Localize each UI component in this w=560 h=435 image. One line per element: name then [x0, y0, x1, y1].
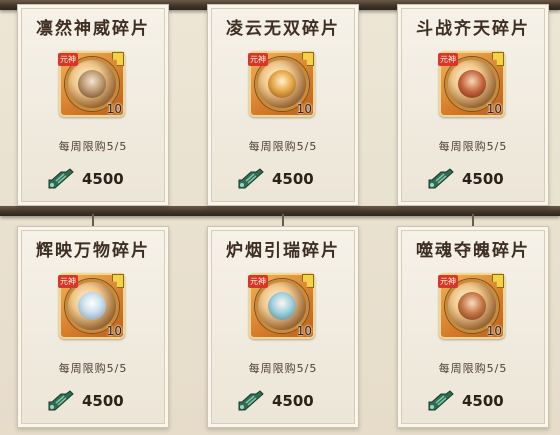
shop-card[interactable]: 噬魂夺魄碎片 元神 10 每周限购5/5 4500: [397, 226, 549, 428]
shop-card[interactable]: 凛然神威碎片 元神 10 每周限购5/5 4500: [17, 4, 169, 206]
card-title: 炉烟引瑞碎片: [226, 241, 340, 261]
item-frame[interactable]: 元神 10: [248, 273, 315, 339]
price-value: 4500: [82, 170, 124, 188]
rope: [282, 214, 284, 226]
price-value: 4500: [462, 392, 504, 410]
price-button[interactable]: 4500: [426, 389, 504, 413]
purchase-limit: 每周限购5/5: [248, 140, 318, 153]
item-count: 10: [486, 324, 502, 338]
item-frame[interactable]: 元神 10: [58, 273, 125, 339]
jade-currency-icon: [428, 168, 454, 189]
item-count: 10: [106, 324, 122, 338]
price-button[interactable]: 4500: [426, 167, 504, 191]
card-title: 噬魂夺魄碎片: [416, 241, 530, 261]
jade-currency-icon: [48, 390, 74, 411]
purchase-limit: 每周限购5/5: [438, 140, 508, 153]
item-count: 10: [296, 324, 312, 338]
shop-page: { "cards": [ {"title": "凛然神威碎片", "tag": …: [0, 0, 560, 435]
item-frame[interactable]: 元神 10: [438, 51, 505, 117]
card-title: 凌云无双碎片: [226, 19, 340, 39]
item-count: 10: [106, 102, 122, 116]
item-frame[interactable]: 元神 10: [248, 51, 315, 117]
price-button[interactable]: 4500: [46, 389, 124, 413]
jade-currency-icon: [428, 390, 454, 411]
shop-card[interactable]: 炉烟引瑞碎片 元神 10 每周限购5/5 4500: [207, 226, 359, 428]
price-value: 4500: [82, 392, 124, 410]
item-frame[interactable]: 元神 10: [58, 51, 125, 117]
character-portrait-icon: [458, 70, 486, 98]
fragment-badge-icon: [492, 52, 504, 66]
shelf-bar-middle: [0, 206, 560, 216]
shop-card[interactable]: 凌云无双碎片 元神 10 每周限购5/5 4500: [207, 4, 359, 206]
item-count: 10: [486, 102, 502, 116]
card-title: 辉映万物碎片: [36, 241, 150, 261]
yuanshen-tag: 元神: [58, 275, 78, 288]
character-portrait-icon: [268, 292, 296, 320]
yuanshen-tag: 元神: [438, 53, 458, 66]
price-button[interactable]: 4500: [236, 389, 314, 413]
jade-currency-icon: [48, 168, 74, 189]
rope: [92, 214, 94, 226]
card-title: 斗战齐天碎片: [416, 19, 530, 39]
shop-card[interactable]: 辉映万物碎片 元神 10 每周限购5/5 4500: [17, 226, 169, 428]
purchase-limit: 每周限购5/5: [248, 362, 318, 375]
character-portrait-icon: [78, 292, 106, 320]
jade-currency-icon: [238, 390, 264, 411]
purchase-limit: 每周限购5/5: [438, 362, 508, 375]
item-count: 10: [296, 102, 312, 116]
purchase-limit: 每周限购5/5: [58, 362, 128, 375]
price-value: 4500: [272, 392, 314, 410]
character-portrait-icon: [268, 70, 296, 98]
fragment-badge-icon: [302, 52, 314, 66]
item-frame[interactable]: 元神 10: [438, 273, 505, 339]
fragment-badge-icon: [112, 52, 124, 66]
rope: [472, 214, 474, 226]
fragment-badge-icon: [492, 274, 504, 288]
shop-card[interactable]: 斗战齐天碎片 元神 10 每周限购5/5 4500: [397, 4, 549, 206]
card-title: 凛然神威碎片: [36, 19, 150, 39]
character-portrait-icon: [78, 70, 106, 98]
price-value: 4500: [272, 170, 314, 188]
fragment-badge-icon: [112, 274, 124, 288]
yuanshen-tag: 元神: [438, 275, 458, 288]
yuanshen-tag: 元神: [248, 53, 268, 66]
purchase-limit: 每周限购5/5: [58, 140, 128, 153]
character-portrait-icon: [458, 292, 486, 320]
yuanshen-tag: 元神: [58, 53, 78, 66]
price-button[interactable]: 4500: [46, 167, 124, 191]
jade-currency-icon: [238, 168, 264, 189]
yuanshen-tag: 元神: [248, 275, 268, 288]
fragment-badge-icon: [302, 274, 314, 288]
price-button[interactable]: 4500: [236, 167, 314, 191]
price-value: 4500: [462, 170, 504, 188]
